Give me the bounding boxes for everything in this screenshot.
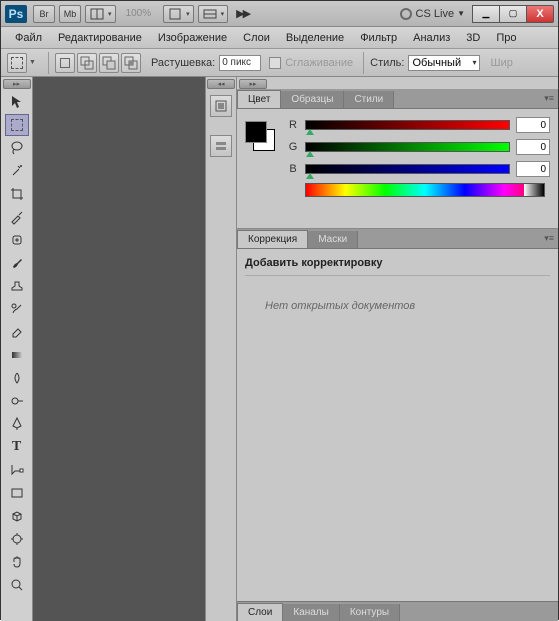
adjustments-panel-body: Добавить корректировку Нет открытых доку… [237, 249, 558, 601]
b-input[interactable] [516, 161, 550, 177]
dodge-tool[interactable] [5, 390, 29, 412]
r-label: R [287, 119, 299, 131]
style-value: Обычный [412, 57, 461, 69]
tab-layers[interactable]: Слои [237, 603, 283, 621]
shape-tool[interactable] [5, 482, 29, 504]
selection-new-button[interactable] [55, 53, 75, 73]
menu-layers[interactable]: Слои [235, 27, 278, 49]
style-label: Стиль: [370, 57, 404, 69]
menu-image[interactable]: Изображение [150, 27, 235, 49]
tab-adjustments[interactable]: Коррекция [237, 230, 308, 248]
cs-live-icon [400, 8, 412, 20]
cs-live-label: CS Live [416, 8, 455, 20]
tab-masks[interactable]: Маски [308, 231, 358, 248]
3d-camera-tool[interactable] [5, 528, 29, 550]
zoom-tool[interactable] [5, 574, 29, 596]
r-slider[interactable] [305, 120, 510, 130]
feather-input[interactable] [219, 55, 261, 71]
eyedropper-tool[interactable] [5, 206, 29, 228]
crop-tool[interactable] [5, 183, 29, 205]
menu-3d[interactable]: 3D [458, 27, 488, 49]
eraser-tool[interactable] [5, 321, 29, 343]
minibridge-button[interactable]: Mb [59, 5, 81, 23]
tab-styles[interactable]: Стили [344, 91, 394, 108]
healing-tool[interactable] [5, 229, 29, 251]
window-close-button[interactable]: X [526, 5, 554, 23]
collapsed-panels-column: ◂◂ [205, 77, 237, 621]
pen-tool[interactable] [5, 413, 29, 435]
layers-panel-tabs: Слои Каналы Контуры [237, 601, 558, 621]
tools-panel: ▸▸ T [1, 77, 33, 621]
adjustments-panel-tabs: Коррекция Маски ▾≡ [237, 229, 558, 249]
no-documents-message: Нет открытых документов [245, 284, 550, 312]
canvas-area [33, 77, 205, 621]
history-brush-tool[interactable] [5, 298, 29, 320]
menu-file[interactable]: Файл [7, 27, 50, 49]
collapsed-panels-toggle[interactable]: ◂◂ [207, 79, 235, 89]
history-panel-icon[interactable] [210, 95, 232, 117]
adjustments-heading: Добавить корректировку [245, 257, 550, 276]
color-panel-body: R G B [237, 109, 558, 229]
color-panel-menu-icon[interactable]: ▾≡ [544, 93, 554, 104]
tool-preset-button[interactable] [7, 53, 27, 73]
zoom-level[interactable]: 100% [120, 8, 158, 19]
foreground-color-icon[interactable] [245, 121, 267, 143]
menu-filter[interactable]: Фильтр [352, 27, 405, 49]
menu-bar: Файл Редактирование Изображение Слои Выд… [1, 27, 558, 49]
arrange-documents-button[interactable] [85, 5, 116, 23]
style-select[interactable]: Обычный [408, 55, 480, 71]
menu-pro[interactable]: Про [488, 27, 524, 49]
menu-edit[interactable]: Редактирование [50, 27, 150, 49]
tab-color[interactable]: Цвет [237, 90, 281, 108]
3d-tool[interactable] [5, 505, 29, 527]
selection-intersect-button[interactable] [121, 53, 141, 73]
chevrons-right-icon[interactable]: ▶▶ [236, 7, 249, 20]
width-label: Шир [490, 57, 512, 69]
lasso-tool[interactable] [5, 137, 29, 159]
type-tool[interactable]: T [5, 436, 29, 458]
hand-tool[interactable] [5, 551, 29, 573]
tab-paths[interactable]: Контуры [340, 604, 400, 621]
menu-analysis[interactable]: Анализ [405, 27, 458, 49]
menu-select[interactable]: Выделение [278, 27, 352, 49]
panels-collapse-button[interactable]: ▸▸ [239, 79, 267, 89]
app-logo-icon: Ps [5, 5, 27, 23]
title-bar: Ps Br Mb 100% ▶▶ CS Live ▼ ▁ ▢ X [1, 1, 558, 27]
gradient-tool[interactable] [5, 344, 29, 366]
marquee-tool[interactable] [5, 114, 29, 136]
selection-subtract-button[interactable] [99, 53, 119, 73]
g-slider[interactable] [305, 142, 510, 152]
g-input[interactable] [516, 139, 550, 155]
feather-label: Растушевка: [151, 57, 215, 69]
wand-tool[interactable] [5, 160, 29, 182]
antialias-checkbox [269, 57, 281, 69]
path-tool[interactable] [5, 459, 29, 481]
antialias-label: Сглаживание [285, 57, 353, 69]
blur-tool[interactable] [5, 367, 29, 389]
properties-panel-icon[interactable] [210, 135, 232, 157]
selection-add-button[interactable] [77, 53, 97, 73]
b-label: B [287, 163, 299, 175]
tab-channels[interactable]: Каналы [283, 604, 340, 621]
color-spectrum[interactable] [305, 183, 545, 197]
tab-swatches[interactable]: Образцы [281, 91, 344, 108]
brush-tool[interactable] [5, 252, 29, 274]
adjustments-panel-menu-icon[interactable]: ▾≡ [544, 233, 554, 244]
move-tool[interactable] [5, 91, 29, 113]
g-label: G [287, 141, 299, 153]
extras-button[interactable] [198, 5, 229, 23]
window-minimize-button[interactable]: ▁ [472, 5, 500, 23]
cs-live-button[interactable]: CS Live ▼ [400, 8, 465, 20]
color-panel-tabs: Цвет Образцы Стили ▾≡ [237, 89, 558, 109]
tools-collapse-button[interactable]: ▸▸ [3, 79, 31, 89]
window-maximize-button[interactable]: ▢ [499, 5, 527, 23]
options-bar: ▼ Растушевка: Сглаживание Стиль: Обычный… [1, 49, 558, 77]
b-slider[interactable] [305, 164, 510, 174]
screen-mode-button[interactable] [163, 5, 194, 23]
stamp-tool[interactable] [5, 275, 29, 297]
bridge-button[interactable]: Br [33, 5, 55, 23]
r-input[interactable] [516, 117, 550, 133]
foreground-background-swatch[interactable] [245, 121, 275, 151]
